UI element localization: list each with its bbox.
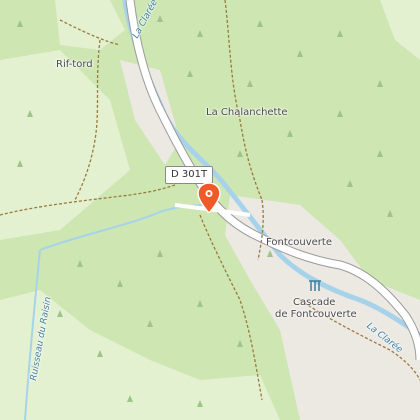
place-label-la-chalanchette: La Chalanchette xyxy=(206,107,288,118)
place-label-fontcouverte: Fontcouverte xyxy=(266,237,332,248)
place-label-cascade: Cascade xyxy=(293,297,336,308)
place-label-rif-tord: Rif-tord xyxy=(56,59,93,70)
map-pin-icon[interactable] xyxy=(197,183,221,213)
place-label-de-fontcouverte: de Fontcouverte xyxy=(275,309,357,320)
map-canvas[interactable]: Rif-tord La Chalanchette Fontcouverte Ca… xyxy=(0,0,420,420)
road-shield-d301t: D 301T xyxy=(165,166,214,184)
waterfall-icon[interactable] xyxy=(308,280,322,292)
